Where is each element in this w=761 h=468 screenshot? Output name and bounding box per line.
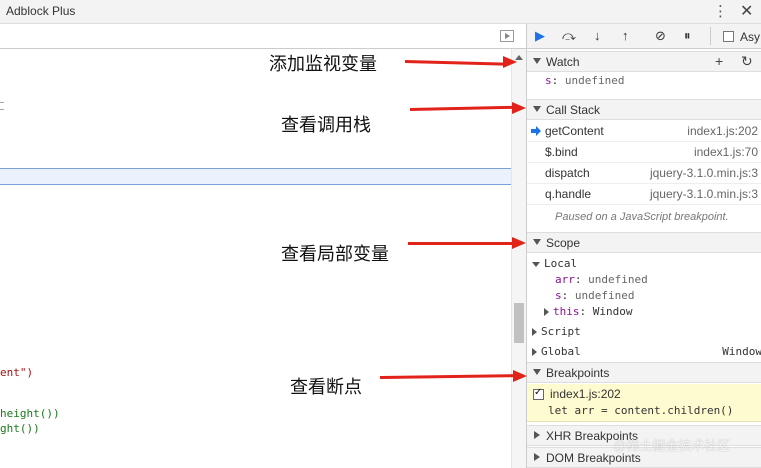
scope-global[interactable]: Global Window bbox=[532, 345, 761, 358]
pause-on-exceptions-icon[interactable]: ⏸ bbox=[684, 28, 691, 44]
breakpoints-title: Breakpoints bbox=[546, 366, 610, 380]
frame-function: dispatch bbox=[545, 166, 590, 180]
call-stack-section-header[interactable]: Call Stack bbox=[527, 99, 761, 120]
async-label: Asy bbox=[740, 30, 761, 44]
annotation-breakpoints: 查看断点 bbox=[290, 377, 362, 398]
breakpoints-section-header[interactable]: Breakpoints bbox=[527, 362, 761, 383]
frame-location[interactable]: index1.js:202 bbox=[687, 124, 758, 138]
call-frame[interactable]: getContent index1.js:202 bbox=[527, 121, 761, 142]
var-name: arr bbox=[555, 273, 575, 286]
collapse-icon bbox=[533, 58, 541, 64]
annotation-scope: 查看局部变量 bbox=[281, 244, 389, 265]
scope-section-header[interactable]: Scope bbox=[527, 232, 761, 253]
expand-icon bbox=[534, 453, 540, 461]
code-line: ent") bbox=[0, 366, 34, 379]
expand-icon bbox=[544, 308, 549, 316]
current-execution-line bbox=[0, 168, 511, 185]
source-editor[interactable]: ent") height()) ght()) bbox=[0, 24, 526, 468]
script-label: Script bbox=[541, 325, 581, 338]
resume-icon[interactable]: ▶︎ bbox=[535, 28, 545, 44]
annotation-arrow bbox=[408, 242, 514, 245]
scope-script[interactable]: Script bbox=[532, 325, 581, 338]
call-frame[interactable]: dispatch jquery-3.1.0.min.js:3 bbox=[527, 163, 761, 184]
expand-icon bbox=[532, 261, 540, 267]
var-value: undefined bbox=[574, 289, 635, 302]
code-line: height()) bbox=[0, 407, 60, 420]
global-label: Global bbox=[541, 345, 581, 358]
watch-section-header[interactable]: Watch + ↻ bbox=[527, 51, 761, 72]
expand-icon bbox=[532, 328, 537, 336]
breakpoint-code: let arr = content.children() bbox=[548, 404, 734, 417]
breakpoint-item[interactable]: index1.js:202 let arr = content.children… bbox=[527, 384, 761, 422]
frame-function: $.bind bbox=[545, 145, 578, 159]
frame-function: getContent bbox=[545, 124, 604, 138]
add-watch-icon[interactable]: + bbox=[715, 53, 723, 69]
expand-icon bbox=[532, 348, 537, 356]
refresh-icon[interactable]: ↻ bbox=[741, 53, 753, 70]
arrow-head-icon bbox=[512, 102, 526, 114]
current-frame-arrow-icon bbox=[531, 126, 541, 136]
call-stack-title: Call Stack bbox=[546, 103, 601, 117]
step-into-icon[interactable]: ↓ bbox=[594, 28, 601, 44]
window-titlebar: Adblock Plus ⋮ ✕ bbox=[0, 0, 761, 24]
scope-variable[interactable]: this: Window bbox=[544, 305, 633, 318]
async-checkbox[interactable] bbox=[723, 31, 734, 42]
gutter-mark bbox=[0, 109, 4, 110]
scope-variable[interactable]: arr: undefined bbox=[555, 273, 648, 286]
frame-location[interactable]: jquery-3.1.0.min.js:3 bbox=[650, 166, 758, 180]
breakpoint-location[interactable]: index1.js:202 bbox=[550, 387, 621, 401]
step-over-icon[interactable]: ⤼ bbox=[562, 28, 576, 44]
arrow-head-icon bbox=[513, 370, 527, 382]
frame-location[interactable]: index1.js:70 bbox=[694, 145, 758, 159]
global-value: Window bbox=[722, 345, 761, 358]
deactivate-breakpoints-icon[interactable]: ⊘ bbox=[655, 28, 666, 44]
scope-title: Scope bbox=[546, 236, 581, 250]
frame-location[interactable]: jquery-3.1.0.min.js:3 bbox=[650, 187, 758, 201]
window-title: Adblock Plus bbox=[6, 4, 76, 18]
editor-toolbar bbox=[0, 24, 526, 49]
toggle-debugger-icon[interactable] bbox=[500, 30, 514, 42]
collapse-icon bbox=[533, 106, 541, 112]
debugger-sidebar: ▶︎ ⤼ ↓ ↑ ⊘ ⏸ Asy Watch + ↻ s: undefined … bbox=[526, 24, 761, 468]
arrow-head-icon bbox=[512, 237, 526, 249]
close-icon[interactable]: ✕ bbox=[740, 1, 753, 21]
var-value: undefined bbox=[588, 273, 648, 286]
var-name: s bbox=[555, 289, 562, 302]
call-frame[interactable]: q.handle jquery-3.1.0.min.js:3 bbox=[527, 184, 761, 205]
gutter-mark bbox=[0, 102, 4, 103]
step-out-icon[interactable]: ↑ bbox=[622, 28, 629, 44]
kebab-icon[interactable]: ⋮ bbox=[713, 2, 728, 20]
watch-title: Watch bbox=[546, 55, 580, 69]
toolbar-divider bbox=[710, 27, 711, 45]
annotation-watch: 添加监视变量 bbox=[269, 54, 377, 75]
watermark: @稀土掘金技术社区 bbox=[613, 438, 731, 453]
breakpoint-checkbox[interactable] bbox=[533, 387, 544, 400]
annotation-callstack: 查看调用栈 bbox=[281, 115, 371, 136]
expand-icon bbox=[534, 431, 540, 439]
var-name: this bbox=[553, 305, 580, 318]
collapse-icon bbox=[533, 239, 541, 245]
scope-local[interactable]: Local bbox=[532, 257, 577, 270]
code-line: ght()) bbox=[0, 422, 40, 435]
collapse-icon bbox=[533, 369, 541, 375]
paused-message: Paused on a JavaScript breakpoint. bbox=[555, 211, 729, 223]
scope-variable[interactable]: s: undefined bbox=[555, 289, 634, 302]
watch-expr-name: s bbox=[545, 74, 552, 87]
scroll-thumb[interactable] bbox=[514, 303, 524, 343]
local-label: Local bbox=[544, 257, 578, 270]
var-value: Window bbox=[592, 305, 633, 318]
frame-function: q.handle bbox=[545, 187, 592, 201]
watch-expression[interactable]: s: undefined bbox=[545, 74, 761, 94]
debugger-toolbar: ▶︎ ⤼ ↓ ↑ ⊘ ⏸ Asy bbox=[527, 24, 761, 49]
watch-expr-value: undefined bbox=[564, 74, 625, 87]
call-frame[interactable]: $.bind index1.js:70 bbox=[527, 142, 761, 163]
arrow-head-icon bbox=[503, 56, 517, 68]
